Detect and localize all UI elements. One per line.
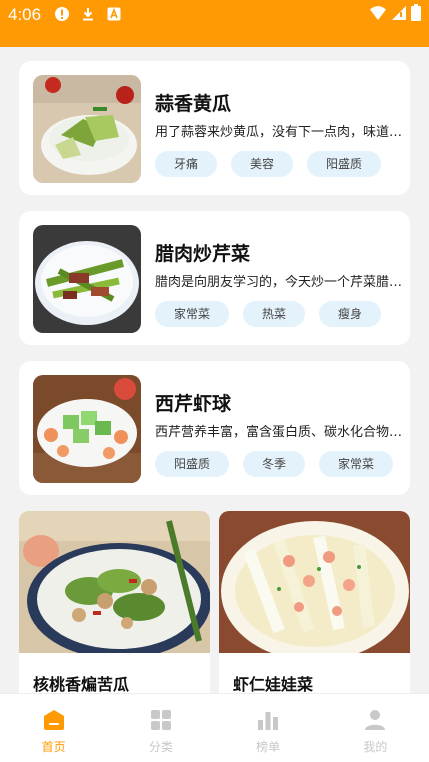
user-icon [365,710,386,730]
recipe-image [19,511,210,659]
chart-icon [258,712,279,730]
tag[interactable]: 热菜 [243,301,306,327]
recipe-thumbnail [33,225,141,333]
tab-mine[interactable]: 我的 [322,694,429,762]
status-bar: 4:06 [0,0,429,47]
home-icon [43,710,64,730]
recipe-image [219,511,410,661]
alert-icon [55,7,69,21]
tag[interactable]: 牙痛 [155,151,218,177]
tag-list: 阳盛质 冬季 家常菜 [155,451,394,477]
tab-label: 分类 [148,740,173,754]
status-time: 4:06 [8,5,42,24]
tab-home[interactable]: 首页 [0,694,107,762]
recipe-card[interactable]: 西芹虾球 西芹营养丰富，富含蛋白质、碳水化合物、矿物质 阳盛质 冬季 家常菜 [19,361,410,495]
signal-icon [392,5,406,20]
tag[interactable]: 阳盛质 [307,151,382,177]
tag[interactable]: 阳盛质 [155,451,230,477]
font-icon [107,7,121,21]
tag[interactable]: 冬季 [243,451,306,477]
recipe-card[interactable]: 腊肉炒芹菜 腊肉是向朋友学习的，今天炒一个芹菜腊肉给大家 家常菜 热菜 瘦身 [19,211,410,345]
battery-icon [411,4,421,21]
tag-list: 家常菜 热菜 瘦身 [155,301,382,327]
download-icon [83,8,93,21]
tab-label: 首页 [41,740,66,754]
grid-icon [150,710,171,730]
tab-label: 我的 [363,740,388,754]
wifi-icon [370,5,386,20]
tab-category[interactable]: 分类 [107,694,214,762]
grid-recipe-title: 核桃香煸苦瓜 [33,675,130,694]
recipe-thumbnail [33,375,141,483]
tag[interactable]: 美容 [231,151,294,177]
tab-ranking[interactable]: 榜单 [215,694,322,762]
tag-list: 牙痛 美容 阳盛质 [155,151,382,177]
tag[interactable]: 瘦身 [319,301,382,327]
recipe-card[interactable]: 蒜香黄瓜 用了蒜蓉来炒黄瓜，没有下一点肉，味道却十分鲜美 牙痛 美容 阳盛质 [19,61,410,195]
tab-label: 榜单 [256,740,281,754]
recipe-title: 蒜香黄瓜 [155,93,232,115]
recipe-description: 用了蒜蓉来炒黄瓜，没有下一点肉，味道却十分鲜美 [155,125,407,140]
grid-recipe-card[interactable]: 虾仁娃娃菜 [219,511,410,701]
recipe-title: 腊肉炒芹菜 [155,243,251,265]
grid-recipe-title: 虾仁娃娃菜 [233,675,314,694]
recipe-title: 西芹虾球 [155,393,232,415]
recipe-description: 腊肉是向朋友学习的，今天炒一个芹菜腊肉给大家 [155,275,407,290]
recipe-description: 西芹营养丰富，富含蛋白质、碳水化合物、矿物质 [155,425,407,440]
grid-recipe-card[interactable]: 核桃香煸苦瓜 [19,511,210,701]
bottom-tab-bar: 首页 分类 榜单 我的 [0,693,429,762]
tag[interactable]: 家常菜 [319,451,394,477]
tag[interactable]: 家常菜 [155,301,230,327]
recipe-thumbnail [33,75,141,183]
